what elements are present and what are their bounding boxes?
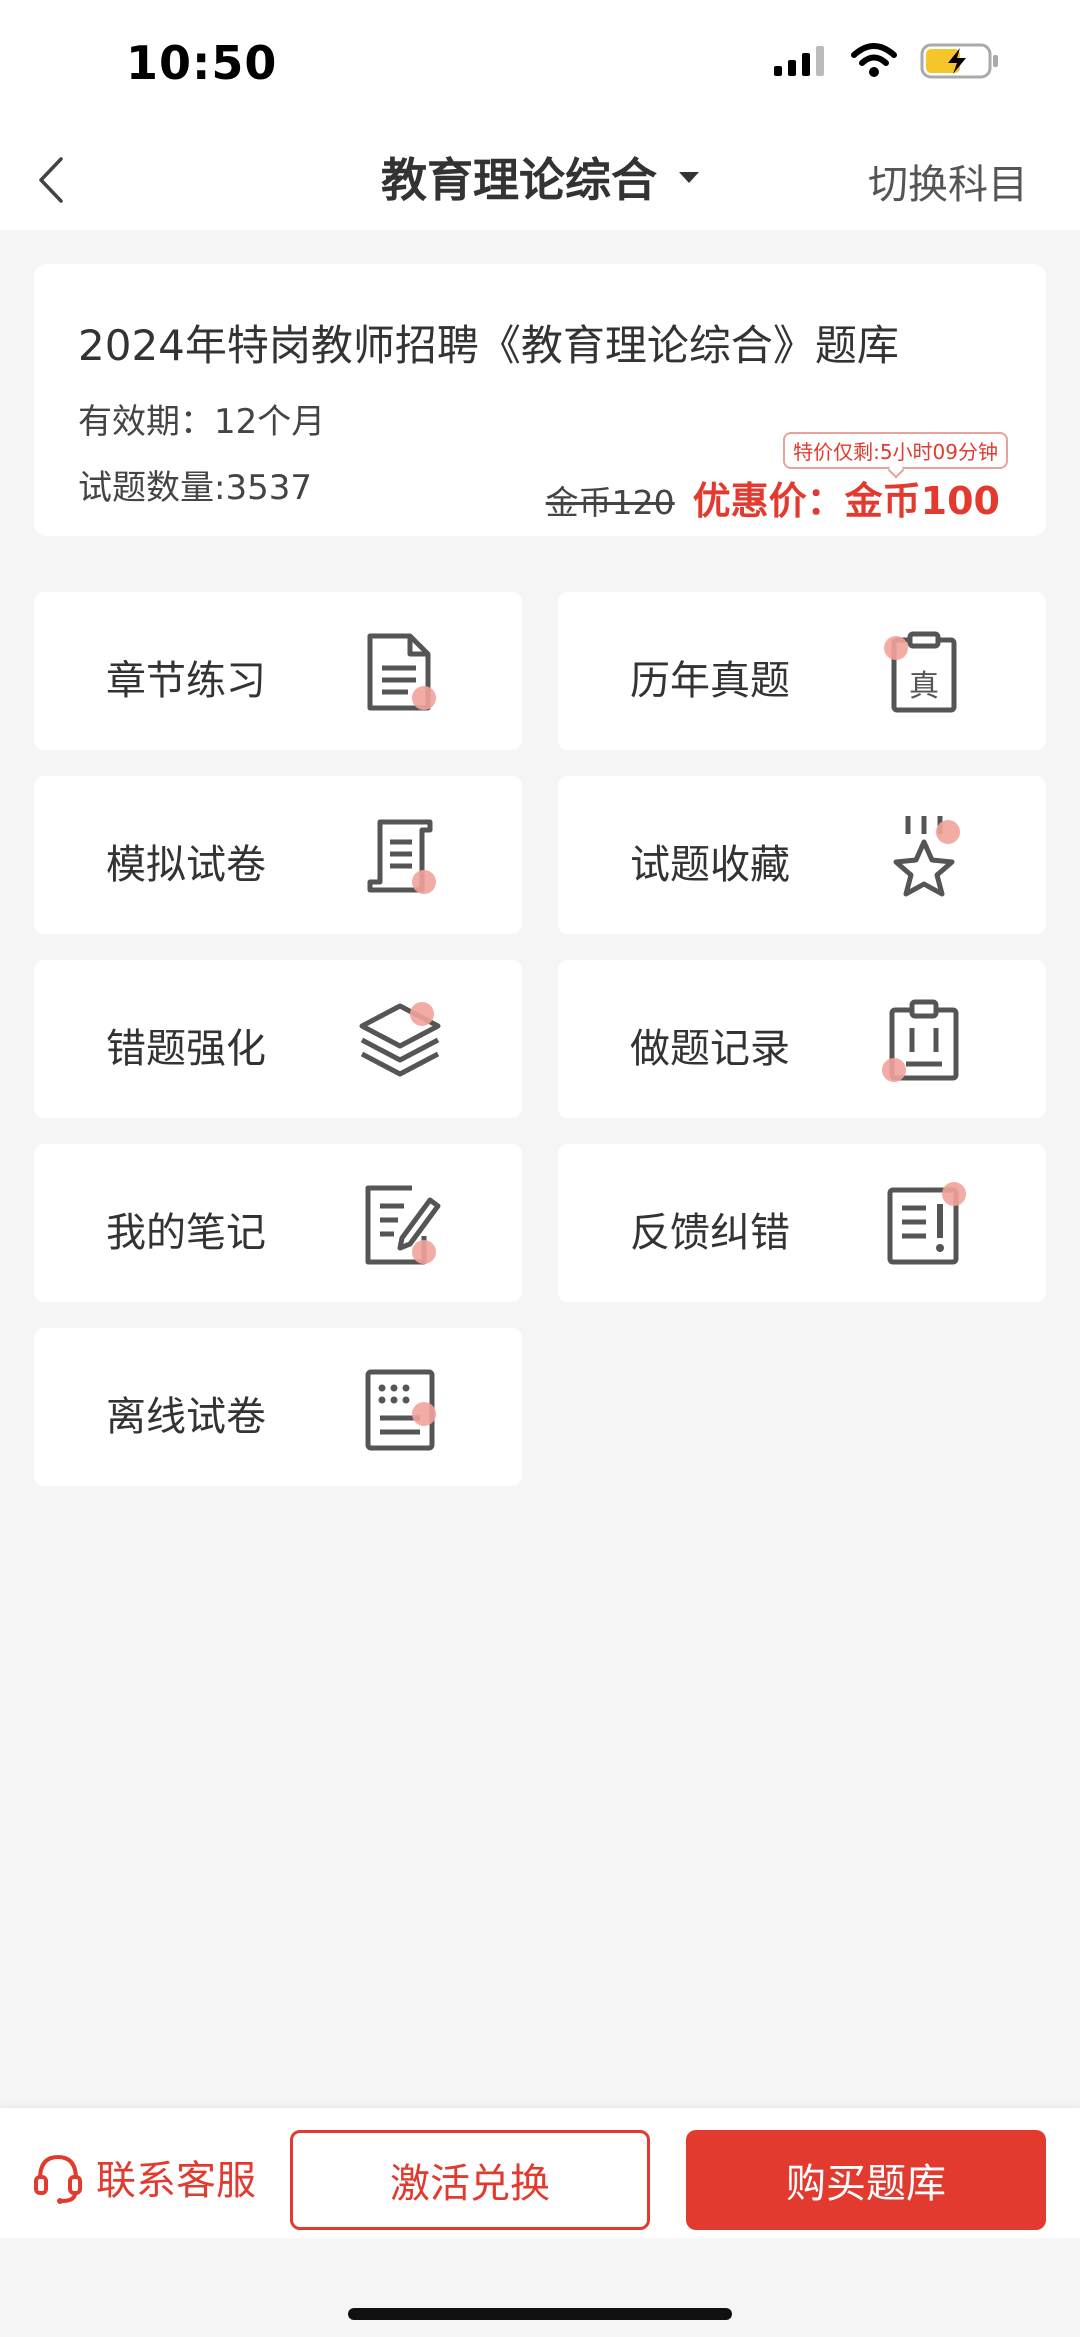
menu-chapter-practice[interactable]: 章节练习 [34,592,522,750]
home-bar-area [0,2238,1080,2337]
svg-text:真: 真 [909,669,939,704]
menu-offline-papers[interactable]: 离线试卷 [34,1328,522,1486]
question-count: 试题数量:3537 [78,468,312,508]
status-icons [772,42,1000,80]
switch-subject-button[interactable]: 切换科目 [868,152,1028,210]
price-row: 金币120 优惠价：金币100 [546,470,1000,525]
menu-label: 试题收藏 [630,842,790,888]
status-time: 10:50 [126,36,278,90]
page-title[interactable]: 教育理论综合 [381,144,657,210]
signal-icon [774,46,824,76]
dropdown-caret-icon[interactable] [679,171,699,183]
star-icon [893,816,960,897]
contact-service-label: 联系客服 [96,2158,256,2204]
menu-label: 模拟试卷 [106,842,266,888]
bottom-action-bar: 联系客服 激活兑换 购买题库 [0,2108,1080,2238]
battery-icon [920,43,998,79]
discount-price: 优惠价：金币100 [692,479,1000,523]
bank-title: 2024年特岗教师招聘《教育理论综合》题库 [78,321,899,370]
menu-label: 离线试卷 [106,1394,266,1440]
status-bar: 10:50 [0,0,1080,130]
buy-question-bank-button[interactable]: 购买题库 [686,2130,1046,2230]
menu-wrong-questions[interactable]: 错题强化 [34,960,522,1118]
menu-label: 历年真题 [630,658,790,704]
contact-service-button[interactable]: 联系客服 [30,2148,256,2206]
document-icon [367,633,436,711]
menu-label: 反馈纠错 [630,1210,790,1256]
clipboard-exam-icon: 真 [884,631,957,713]
home-indicator[interactable] [348,2308,732,2320]
menu-label: 章节练习 [106,658,266,704]
clipboard-record-icon [882,999,959,1082]
note-edit-icon [365,1185,441,1265]
menu-feedback[interactable]: 反馈纠错 [558,1144,1046,1302]
menu-label: 做题记录 [630,1026,790,1072]
nav-bar: 教育理论综合 切换科目 [0,130,1080,230]
menu-past-exams[interactable]: 历年真题 真 [558,592,1046,750]
promo-countdown-badge: 特价仅剩:5小时09分钟 [783,432,1008,469]
menu-label: 我的笔记 [106,1210,266,1256]
question-bank-card: 2024年特岗教师招聘《教育理论综合》题库 有效期：12个月 试题数量:3537… [34,264,1046,536]
menu-label: 错题强化 [106,1026,266,1072]
feedback-icon [887,1182,966,1265]
activate-redeem-button[interactable]: 激活兑换 [290,2130,650,2230]
feature-grid: 章节练习 历年真题 真 模拟试卷 试题收藏 错题强化 做题记录 我的笔记 反馈纠… [34,592,1046,1486]
scroll-paper-icon [367,819,436,894]
menu-my-notes[interactable]: 我的笔记 [34,1144,522,1302]
headset-icon [34,2154,82,2204]
menu-mock-papers[interactable]: 模拟试卷 [34,776,522,934]
wifi-icon [851,43,897,77]
layers-icon [359,1002,441,1077]
original-price: 金币120 [545,483,675,522]
menu-practice-history[interactable]: 做题记录 [558,960,1046,1118]
validity-text: 有效期：12个月 [78,402,326,442]
offline-paper-icon [365,1369,436,1451]
menu-favorites[interactable]: 试题收藏 [558,776,1046,934]
